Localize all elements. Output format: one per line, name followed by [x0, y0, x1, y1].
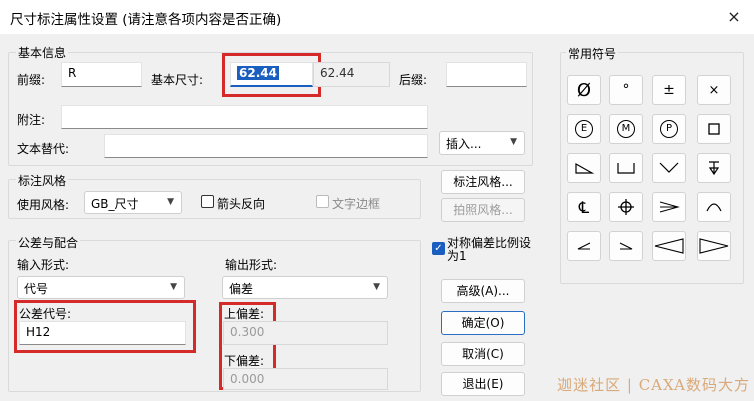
chevron-down-icon: ▼ [167, 197, 174, 207]
lower-dev-label: 下偏差: [224, 354, 265, 368]
circled-e-icon[interactable]: E [567, 114, 601, 144]
use-style-dropdown[interactable]: GB_尺寸 ▼ [84, 191, 182, 214]
tol-code-label: 公差代号: [19, 307, 72, 321]
chevron-down-icon: ▼ [170, 282, 177, 292]
taper-left-icon[interactable] [652, 231, 686, 261]
symmetric-checkbox[interactable]: ✓ [432, 242, 445, 255]
window-title: 尺寸标注属性设置 (请注意各项内容是否正确) [10, 12, 282, 28]
lower-dev-input[interactable]: 0.000 [223, 368, 388, 390]
copy-style-button[interactable]: 拍照风格... [441, 198, 525, 222]
watermark-text: 迦迷社区 | CAXA数码大方 [557, 376, 750, 394]
multiply-icon[interactable]: × [697, 75, 731, 105]
circled-m-icon[interactable]: M [609, 114, 643, 144]
text-replace-input[interactable] [104, 134, 428, 158]
arc-icon[interactable] [697, 192, 731, 222]
insert-dropdown[interactable]: 插入... ▼ [439, 131, 525, 155]
upper-dev-label: 上偏差: [224, 307, 265, 321]
counterbore-icon[interactable] [609, 153, 643, 183]
circled-p-icon[interactable]: P [652, 114, 686, 144]
slope-icon[interactable] [567, 153, 601, 183]
taper-right-icon[interactable] [697, 231, 731, 261]
arrow-reverse-label: 箭头反向 [217, 197, 266, 211]
title-bar: 尺寸标注属性设置 (请注意各项内容是否正确) × [0, 0, 754, 34]
angle-left-icon[interactable] [567, 231, 601, 261]
base-size-label: 基本尺寸: [151, 73, 204, 87]
dim-style-button[interactable]: 标注风格... [441, 170, 525, 194]
symmetric-label: 对称偏差比例设为1 [447, 236, 532, 263]
angle-right-icon[interactable] [609, 231, 643, 261]
arrow-reverse-checkbox[interactable] [201, 195, 214, 208]
input-form-dropdown[interactable]: 代号 ▼ [17, 276, 185, 299]
base-size-input[interactable]: 62.44 [230, 62, 313, 87]
chevron-down-icon: ▼ [510, 137, 517, 147]
upper-dev-input[interactable]: 0.300 [223, 321, 388, 345]
suffix-label: 后缀: [399, 73, 428, 87]
degree-icon[interactable]: ° [609, 75, 643, 105]
close-icon[interactable]: × [714, 0, 754, 34]
base-size-value: 62.44 [237, 66, 279, 80]
ok-button[interactable]: 确定(O) [441, 311, 525, 335]
square-icon[interactable] [697, 114, 731, 144]
countersink-icon[interactable] [652, 153, 686, 183]
note-input[interactable] [61, 105, 428, 129]
symbols-title: 常用符号 [566, 45, 619, 62]
basic-info-title: 基本信息 [16, 44, 69, 61]
diameter-icon[interactable]: Ø [567, 75, 601, 105]
crosshair-icon[interactable] [609, 192, 643, 222]
taper-icon[interactable] [652, 192, 686, 222]
plus-minus-icon[interactable]: ± [652, 75, 686, 105]
advanced-button[interactable]: 高级(A)... [441, 279, 525, 303]
output-form-label: 输出形式: [225, 258, 278, 272]
centerline-icon[interactable]: ℄ [567, 192, 601, 222]
note-label: 附注: [17, 113, 46, 127]
suffix-input[interactable] [446, 62, 527, 87]
input-form-value: 代号 [24, 282, 49, 296]
output-form-dropdown[interactable]: 偏差 ▼ [222, 276, 388, 299]
text-border-label: 文字边框 [332, 197, 381, 211]
base-size-readonly: 62.44 [313, 62, 390, 87]
prefix-label: 前缀: [17, 73, 46, 87]
depth-icon[interactable] [697, 153, 731, 183]
text-border-checkbox[interactable] [316, 195, 329, 208]
input-form-label: 输入形式: [17, 258, 70, 272]
use-style-value: GB_尺寸 [91, 197, 139, 211]
prefix-input[interactable]: R [61, 62, 142, 87]
chevron-down-icon: ▼ [373, 282, 380, 292]
text-replace-label: 文本替代: [17, 142, 70, 156]
use-style-label: 使用风格: [17, 198, 70, 212]
cancel-button[interactable]: 取消(C) [441, 342, 525, 366]
tol-code-input[interactable]: H12 [19, 321, 186, 345]
tolerance-title: 公差与配合 [16, 234, 81, 251]
output-form-value: 偏差 [229, 282, 254, 296]
insert-label: 插入... [446, 137, 482, 151]
exit-button[interactable]: 退出(E) [441, 372, 525, 396]
dim-style-title: 标注风格 [16, 172, 69, 189]
